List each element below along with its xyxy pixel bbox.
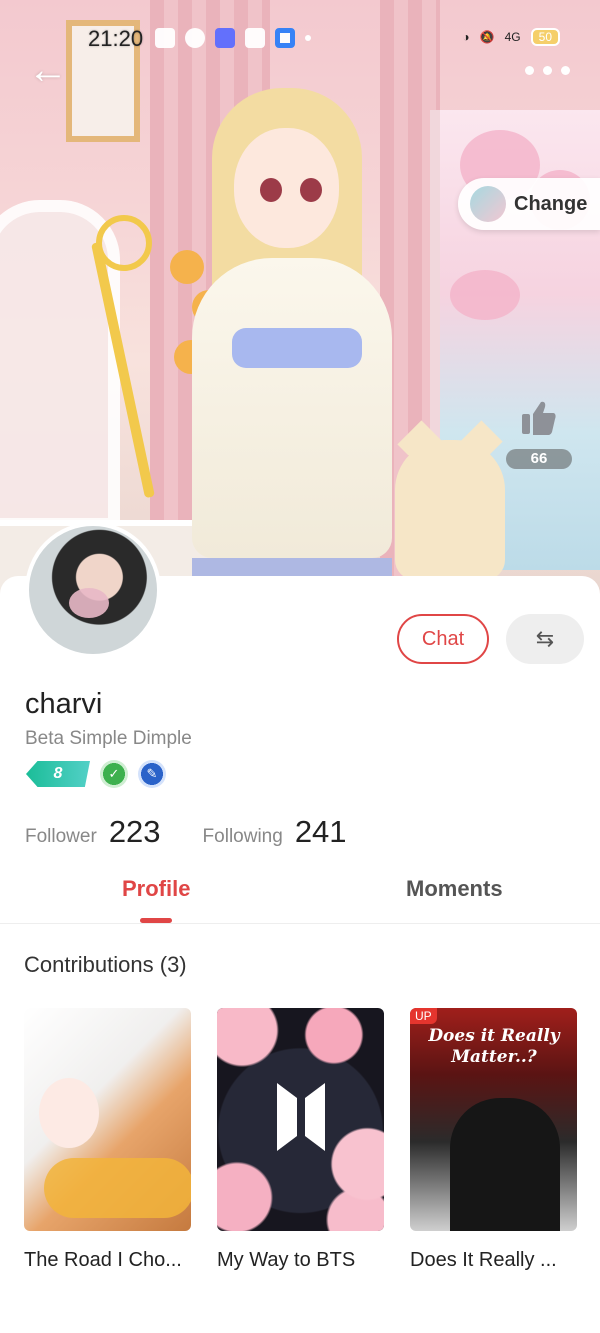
mute-icon: 🔕	[479, 30, 495, 44]
more-dots-icon[interactable]	[525, 66, 570, 75]
change-outfit-button[interactable]: Change	[458, 178, 600, 230]
avatar[interactable]	[25, 522, 161, 658]
thumbs-up-icon	[522, 401, 556, 435]
following-label[interactable]: Following	[203, 826, 283, 848]
more-notifications-dot	[305, 35, 311, 41]
book-cover[interactable]	[24, 1008, 191, 1231]
profile-cover-image	[0, 0, 600, 600]
follower-label[interactable]: Follower	[25, 826, 97, 848]
app-blue-icon	[275, 28, 295, 48]
green-badge-icon[interactable]: ✓	[100, 760, 128, 788]
pen-badge-icon[interactable]: ✎	[138, 760, 166, 788]
contribution-item[interactable]: My Way to BTS	[217, 1008, 384, 1272]
youtube-icon	[245, 28, 265, 48]
status-time: 21:20	[88, 26, 144, 51]
app-icon	[215, 28, 235, 48]
like-count: 66	[506, 449, 572, 469]
profile-tabs: Profile Moments	[0, 866, 600, 924]
battery-icon: 50	[530, 28, 560, 46]
book-cover[interactable]: UP Does it Really Matter..?	[410, 1008, 577, 1231]
follow-stats: Follower 223 Following 241	[25, 814, 347, 850]
news-icon	[155, 28, 175, 48]
contribution-item[interactable]: UP Does it Really Matter..? Does It Real…	[410, 1008, 577, 1272]
like-button[interactable]: 66	[506, 400, 572, 469]
following-count[interactable]: 241	[295, 814, 347, 850]
book-cover[interactable]	[217, 1008, 384, 1231]
network-icon: 4G	[504, 30, 521, 44]
headphone-icon: ◑	[462, 30, 470, 44]
username: charvi	[25, 688, 103, 720]
tab-profile[interactable]: Profile	[122, 876, 190, 902]
book-title[interactable]: My Way to BTS	[217, 1249, 384, 1272]
bts-logo-icon	[277, 1083, 325, 1151]
tab-moments[interactable]: Moments	[406, 876, 503, 902]
contribution-item[interactable]: The Road I Cho...	[24, 1008, 191, 1272]
cover-title-text: Does it Really Matter..?	[428, 1026, 560, 1067]
contributions-title: Contributions (3)	[24, 952, 187, 977]
update-badge: UP	[410, 1008, 437, 1024]
user-bio: Beta Simple Dimple	[25, 728, 192, 749]
magic-staff-top	[96, 215, 152, 271]
active-tab-indicator	[140, 918, 172, 923]
back-arrow-icon[interactable]: ←	[28, 50, 68, 92]
swap-arrows-icon[interactable]: ⇆	[506, 614, 584, 664]
change-label: Change	[514, 192, 588, 215]
status-system-icons: ◑ 🔕 4G 50	[462, 28, 560, 46]
chat-button[interactable]: Chat	[397, 614, 489, 664]
contributions-list: The Road I Cho... My Way to BTS UP Does …	[24, 1008, 577, 1272]
outfit-thumbnail	[470, 186, 506, 222]
snapchat-icon	[185, 28, 205, 48]
status-notification-icons	[155, 28, 311, 48]
user-badges: 8 ✓ ✎	[26, 760, 166, 788]
book-title[interactable]: Does It Really ...	[410, 1249, 577, 1272]
book-title[interactable]: The Road I Cho...	[24, 1249, 191, 1272]
level-badge[interactable]: 8	[26, 761, 90, 787]
cat-plush	[395, 440, 505, 580]
follower-count[interactable]: 223	[109, 814, 161, 850]
